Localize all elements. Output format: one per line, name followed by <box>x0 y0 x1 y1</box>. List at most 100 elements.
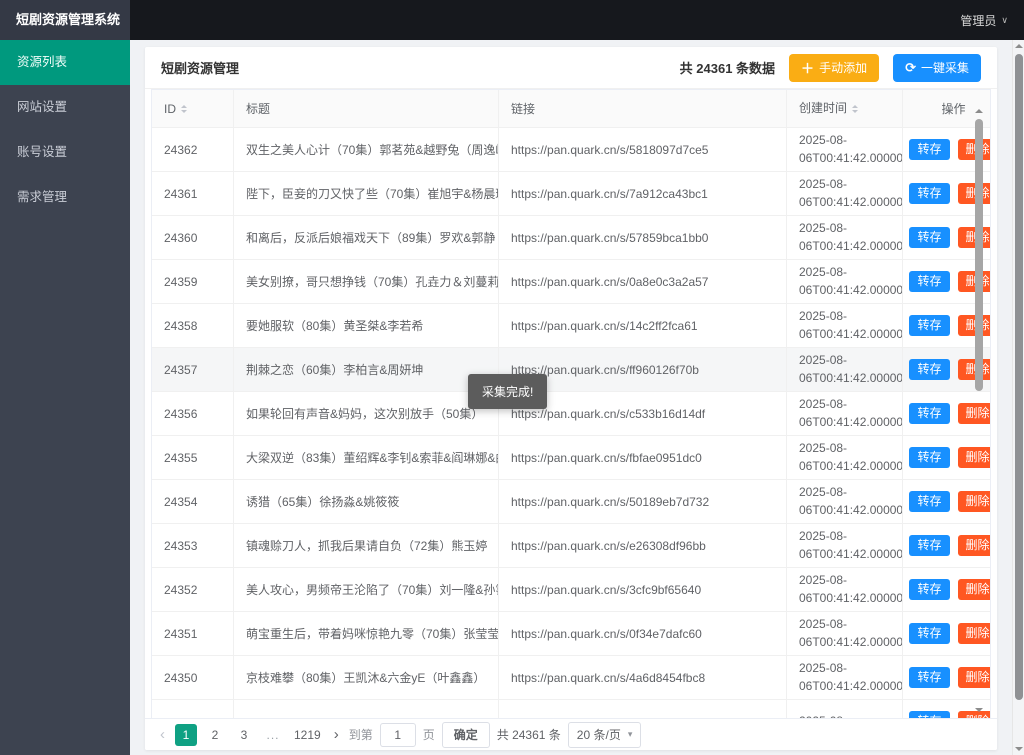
sidebar-item[interactable]: 账号设置 <box>0 130 130 175</box>
row-link-cell: https://pan.quark.cn/s/0a8e0c3a2a57 <box>499 260 787 304</box>
column-header-actions-label: 操作 <box>941 102 966 116</box>
pagination-bar: ‹ 123... 1219 › 到第 页 确定 共 24361 条 20 条/页 … <box>145 718 997 750</box>
scrollbar-thumb[interactable] <box>1015 54 1023 700</box>
table-row: 24350 京枝难攀（80集）王凯沐&六金yE（叶鑫鑫） https://pan.q… <box>152 656 990 700</box>
collect-label: 一键采集 <box>920 61 969 75</box>
save-button[interactable]: 转存 <box>909 359 950 380</box>
table-row: 24361 陛下，臣妾的刀又快了些（70集）崔旭宇&杨晨璐 https://pan.… <box>152 172 990 216</box>
goto-confirm-button[interactable]: 确定 <box>441 721 490 748</box>
row-title-cell: 要她服软（80集）黄圣桀&李若希 <box>234 304 499 348</box>
page-title: 短剧资源管理 <box>161 61 240 76</box>
app-title: 短剧资源管理系统 <box>0 0 130 40</box>
scroll-up-icon[interactable] <box>1015 40 1023 48</box>
row-created-cell: 2025-08-06T00:41:42.000000Z <box>787 260 903 304</box>
prev-page-icon[interactable]: ‹ <box>157 726 168 743</box>
chevron-down-icon: ∨ <box>1001 14 1008 25</box>
scrollbar-thumb[interactable] <box>975 119 983 391</box>
sidebar-item[interactable]: 资源列表 <box>0 40 130 85</box>
table-row: 24351 萌宝重生后，带着妈咪惊艳九零（70集）张莹莹 https://pan.q… <box>152 612 990 656</box>
sidebar-item[interactable]: 需求管理 <box>0 175 130 220</box>
user-menu[interactable]: 管理员 ∨ <box>960 12 1008 29</box>
row-link-cell: https://pan.quark.cn/s/7a912ca43bc1 <box>499 172 787 216</box>
scroll-down-icon[interactable] <box>975 708 983 716</box>
row-link-cell: https://pan.quark.cn/s/57859bca1bb0 <box>499 216 787 260</box>
total-count-text: 共 24361 条数据 <box>679 61 776 76</box>
save-button[interactable]: 转存 <box>909 491 950 512</box>
page-scrollbar[interactable] <box>1012 40 1024 755</box>
column-header-created[interactable]: 创建时间 <box>787 90 903 128</box>
column-header-id[interactable]: ID <box>152 90 234 128</box>
table-row: 24352 美人攻心，男频帝王沦陷了（70集）刘一隆&孙霭璐 https://pan… <box>152 568 990 612</box>
user-label: 管理员 <box>960 13 997 28</box>
goto-page-input[interactable] <box>379 722 416 747</box>
row-link-cell: https://pan.quark.cn/s/5818097d7ce5 <box>499 128 787 172</box>
save-button[interactable]: 转存 <box>909 183 950 204</box>
row-id-cell: 24352 <box>152 568 234 612</box>
row-id-cell: 24359 <box>152 260 234 304</box>
column-header-link: 链接 <box>499 90 787 128</box>
scroll-up-icon[interactable] <box>975 105 983 113</box>
row-created-cell: 2025-08-06T00:41:42.000000Z <box>787 436 903 480</box>
table-row: 24354 诱猎（65集）徐扬淼&姚筱筱 https://pan.quark.cn/… <box>152 480 990 524</box>
save-button[interactable]: 转存 <box>909 315 950 336</box>
row-link-cell: https://pan.quark.cn/s/3cfc9bf65640 <box>499 568 787 612</box>
row-title-cell: 陛下，臣妾的刀又快了些（70集）崔旭宇&杨晨璐 <box>234 172 499 216</box>
save-button[interactable]: 转存 <box>909 139 950 160</box>
save-button[interactable]: 转存 <box>909 711 950 718</box>
row-created-cell: 2025-08-06T00:41:42.000000Z <box>787 348 903 392</box>
app-window: 短剧资源管理系统 资源列表 网站设置 账号设置 需求管理 管理员 ∨ 短剧资源管理 共… <box>0 0 1024 755</box>
row-title-cell: 如果轮回有声音&妈妈，这次别放手（50集） <box>234 392 499 436</box>
row-link-cell: https://pan.quark.cn/s/fbfae0951dc0 <box>499 436 787 480</box>
table-row: 24355 大梁双逆（83集）董绍辉&李钊&索菲&阎琳娜&曲奇 https://pa… <box>152 436 990 480</box>
page-button[interactable]: 1 <box>175 723 197 746</box>
page-button[interactable]: 3 <box>233 724 255 746</box>
row-id-cell: 24350 <box>152 656 234 700</box>
plus-icon: ＋ <box>801 61 815 76</box>
save-button[interactable]: 转存 <box>909 403 950 424</box>
next-page-icon[interactable]: › <box>331 726 342 743</box>
page-ellipsis: ... <box>266 727 280 742</box>
row-id-cell: 24362 <box>152 128 234 172</box>
page-size-select[interactable]: 20 条/页 ▾ <box>567 721 642 748</box>
save-button[interactable]: 转存 <box>909 227 950 248</box>
save-button[interactable]: 转存 <box>909 667 950 688</box>
row-id-cell: 24355 <box>152 436 234 480</box>
card-header: 短剧资源管理 共 24361 条数据 ＋ 手动添加 ⟳ 一键采集 <box>145 47 997 89</box>
table-row: 24362双生之美人心计（70集）郭茗苑&越野兔（周逸峰）&姜云宁https:/… <box>152 128 990 172</box>
row-title-cell: 镇魂赊刀人，抓我后果请自负（72集）熊玉婷 <box>234 524 499 568</box>
row-title-cell: 双生之美人心计（70集）郭茗苑&越野兔（周逸峰）&姜云宁 <box>234 128 499 172</box>
row-id-cell: 24361 <box>152 172 234 216</box>
save-button[interactable]: 转存 <box>909 623 950 644</box>
main-content: 短剧资源管理 共 24361 条数据 ＋ 手动添加 ⟳ 一键采集 ID 标题 链… <box>130 40 1012 755</box>
row-title-cell: 诱猎（65集）徐扬淼&姚筱筱 <box>234 480 499 524</box>
row-link-cell <box>499 700 787 718</box>
row-created-cell: 2025-08-06T00:41:42.000000Z <box>787 392 903 436</box>
page-button[interactable]: 2 <box>204 724 226 746</box>
save-button[interactable]: 转存 <box>909 535 950 556</box>
page-size-value: 20 条/页 <box>576 728 621 742</box>
manual-add-button[interactable]: ＋ 手动添加 <box>789 53 880 82</box>
save-button[interactable]: 转存 <box>909 579 950 600</box>
page-button[interactable]: 1219 <box>291 724 324 746</box>
scroll-down-icon[interactable] <box>1015 747 1023 755</box>
sort-icon[interactable] <box>181 102 187 116</box>
save-button[interactable]: 转存 <box>909 447 950 468</box>
row-title-cell: 和离后，反派后娘福戏天下（89集）罗欢&郭静 <box>234 216 499 260</box>
row-id-cell <box>152 700 234 718</box>
row-link-cell: https://pan.quark.cn/s/50189eb7d732 <box>499 480 787 524</box>
save-button[interactable]: 转存 <box>909 271 950 292</box>
sidebar-item[interactable]: 网站设置 <box>0 85 130 130</box>
column-header-created-label: 创建时间 <box>799 100 848 115</box>
row-id-cell: 24353 <box>152 524 234 568</box>
sort-icon[interactable] <box>852 102 859 116</box>
row-created-cell: 2025-08-06T00:41:42.000000Z <box>787 480 903 524</box>
goto-prefix-label: 到第 <box>348 728 373 742</box>
row-title-cell: 美人攻心，男频帝王沦陷了（70集）刘一隆&孙霭璐 <box>234 568 499 612</box>
row-id-cell: 24354 <box>152 480 234 524</box>
row-created-cell: 2025-08-06T00:41:42.000000Z <box>787 524 903 568</box>
row-title-cell: 美女别撩，哥只想挣钱（70集）孔垚力＆刘蔓莉&千文 <box>234 260 499 304</box>
row-created-cell: 2025-08- <box>787 700 903 718</box>
one-click-collect-button[interactable]: ⟳ 一键采集 <box>893 53 981 82</box>
row-title-cell <box>234 700 499 718</box>
table-scrollbar[interactable] <box>974 105 984 716</box>
